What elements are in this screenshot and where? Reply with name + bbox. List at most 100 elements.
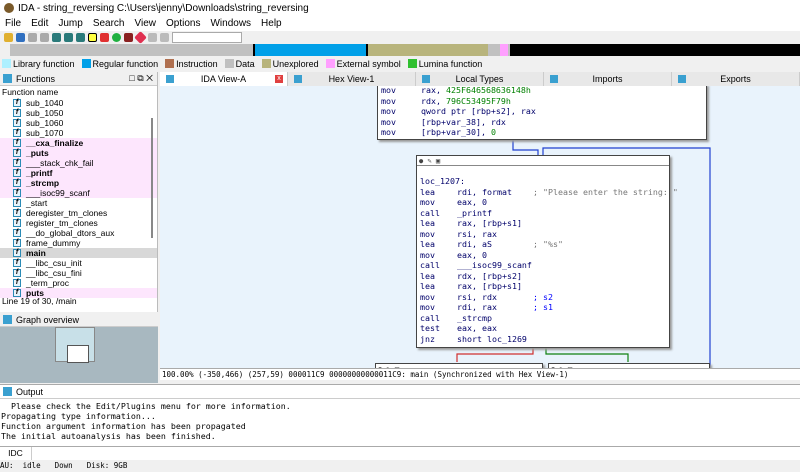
function-icon: f (13, 109, 21, 117)
instruction-row[interactable]: mov rax, 425F646568636148h (381, 86, 703, 96)
output-log[interactable]: Please check the Edit/Plugins menu for m… (0, 399, 800, 441)
function-item[interactable]: f deregister_tm_clones (0, 208, 157, 218)
forward-icon[interactable] (40, 33, 49, 42)
close-tab-icon[interactable]: x (275, 75, 283, 83)
menu-edit[interactable]: Edit (26, 18, 53, 29)
instruction-row[interactable]: call _strcmp (420, 313, 666, 324)
text-icon[interactable] (88, 33, 97, 42)
function-icon: f (13, 159, 21, 167)
legend-swatch (2, 59, 11, 68)
open-icon[interactable] (4, 33, 13, 42)
overview-icon (3, 315, 12, 324)
function-item[interactable]: f _puts (0, 148, 157, 158)
back-icon[interactable] (28, 33, 37, 42)
function-item[interactable]: f __do_global_dtors_aux (0, 228, 157, 238)
output-line: Function argument information has been p… (1, 421, 246, 431)
legend-item: Regular function (81, 59, 158, 69)
function-item[interactable]: f _strcmp (0, 178, 157, 188)
legend-item: Library function (2, 59, 75, 69)
graph-view[interactable]: mov rax, 425F646568636148h mov rdx, 796C534… (160, 86, 800, 368)
function-icon: f (13, 279, 21, 287)
column-header[interactable]: Function name (0, 86, 157, 98)
function-item[interactable]: f sub_1040 (0, 98, 157, 108)
function-item[interactable]: f _printf (0, 168, 157, 178)
function-item[interactable]: f ___stack_chk_fail (0, 158, 157, 168)
play-icon[interactable] (148, 33, 157, 42)
function-item[interactable]: f __cxa_finalize (0, 138, 157, 148)
function-item[interactable]: f __libc_csu_init (0, 258, 157, 268)
data-icon[interactable] (76, 33, 85, 42)
command-input[interactable] (33, 447, 800, 460)
instruction-row[interactable]: mov rsi, rax (420, 229, 666, 240)
menu-windows[interactable]: Windows (205, 18, 256, 29)
tab-ida-view-a[interactable]: IDA View-A x (160, 72, 288, 86)
function-icon: f (13, 219, 21, 227)
save-icon[interactable] (16, 33, 25, 42)
segment-icon[interactable] (52, 33, 61, 42)
status-field: AU: idle (0, 461, 41, 470)
menu-bar: File Edit Jump Search View Options Windows Help (0, 16, 800, 31)
instruction-row[interactable]: jnz short loc_1269 (420, 334, 666, 345)
command-bar: IDC (0, 446, 800, 460)
function-icon: f (13, 199, 21, 207)
function-item[interactable]: f sub_1060 (0, 118, 157, 128)
function-icon: f (13, 139, 21, 147)
func-icon[interactable] (64, 33, 73, 42)
menu-search[interactable]: Search (88, 18, 130, 29)
menu-jump[interactable]: Jump (53, 18, 87, 29)
title-bar: IDA - string_reversing C:\Users\jenny\Do… (0, 0, 800, 16)
function-item[interactable]: f sub_1050 (0, 108, 157, 118)
graph-icon[interactable] (100, 33, 109, 42)
function-item[interactable]: f register_tm_clones (0, 218, 157, 228)
toolbar (0, 31, 800, 44)
loc-1207-code-block[interactable]: ● ✎ ▣ loc_1207: lea rdi, format; "Please … (416, 155, 678, 348)
menu-help[interactable]: Help (256, 18, 287, 29)
function-item[interactable]: f ___isoc99_scanf (0, 188, 157, 198)
output-icon (3, 387, 12, 396)
function-item[interactable]: f _start (0, 198, 157, 208)
instruction-row[interactable]: lea rdi, aS; "%s" (420, 239, 666, 250)
tab-local-types[interactable]: Local Types (416, 72, 544, 86)
breakpoint-icon[interactable] (124, 33, 133, 42)
function-item[interactable]: f _term_proc (0, 278, 157, 288)
instruction-row[interactable]: mov [rbp+var_38], rdx (381, 117, 703, 128)
instruction-row[interactable]: mov eax, 0 (420, 197, 666, 208)
graph-status-line: 100.00% (-350,466) (257,59) 000011C9 000… (160, 368, 800, 380)
app-icon (4, 3, 14, 13)
idc-button[interactable]: IDC (0, 447, 32, 460)
instruction-row[interactable]: lea rdi, format; "Please enter the string… (420, 187, 678, 198)
instruction-row[interactable]: test eax, eax (420, 323, 666, 334)
debugger-select[interactable] (172, 32, 242, 43)
function-item[interactable]: f sub_1070 (0, 128, 157, 138)
overview-canvas[interactable] (0, 327, 158, 383)
function-item[interactable]: f __libc_csu_fini (0, 268, 157, 278)
instruction-row[interactable]: mov qword ptr [rbp+s2], rax (381, 106, 703, 117)
instruction-row[interactable]: mov [rbp+var_30], 0 (381, 127, 703, 138)
run-icon[interactable] (112, 33, 121, 42)
menu-file[interactable]: File (0, 18, 26, 29)
instruction-row[interactable]: lea rax, [rbp+s1] (420, 281, 666, 292)
instruction-row[interactable]: mov rdi, rax; s1 (420, 302, 666, 313)
function-item[interactable]: f frame_dummy (0, 238, 157, 248)
instruction-row[interactable]: lea rdx, [rbp+s2] (420, 271, 666, 282)
instruction-row[interactable]: lea rax, [rbp+s1] (420, 218, 666, 229)
instruction-row[interactable]: mov rsi, rdx; s2 (420, 292, 666, 303)
instruction-row[interactable]: call _printf (420, 208, 666, 219)
instruction-row[interactable]: mov rdx, 796C53495F79h (381, 96, 703, 107)
pause-icon[interactable] (160, 33, 169, 42)
menu-options[interactable]: Options (161, 18, 205, 29)
tab-imports[interactable]: Imports (544, 72, 672, 86)
menu-view[interactable]: View (130, 18, 162, 29)
close-icon[interactable]: □ ⧉ ✕ (129, 73, 157, 84)
top-code-block[interactable]: mov rax, 425F646568636148h mov rdx, 796C534… (377, 86, 707, 140)
instruction-row[interactable]: mov eax, 0 (420, 250, 666, 261)
function-item[interactable]: f main (0, 248, 157, 258)
tab-icon (550, 75, 558, 83)
tab-exports[interactable]: Exports (672, 72, 800, 86)
legend-item: Instruction (165, 59, 218, 69)
navigation-band[interactable] (10, 44, 800, 56)
tab-hex-view-1[interactable]: Hex View-1 (288, 72, 416, 86)
instruction-row[interactable]: call ___isoc99_scanf (420, 260, 666, 271)
scrollbar[interactable] (151, 118, 153, 238)
stop-icon[interactable] (134, 31, 147, 44)
